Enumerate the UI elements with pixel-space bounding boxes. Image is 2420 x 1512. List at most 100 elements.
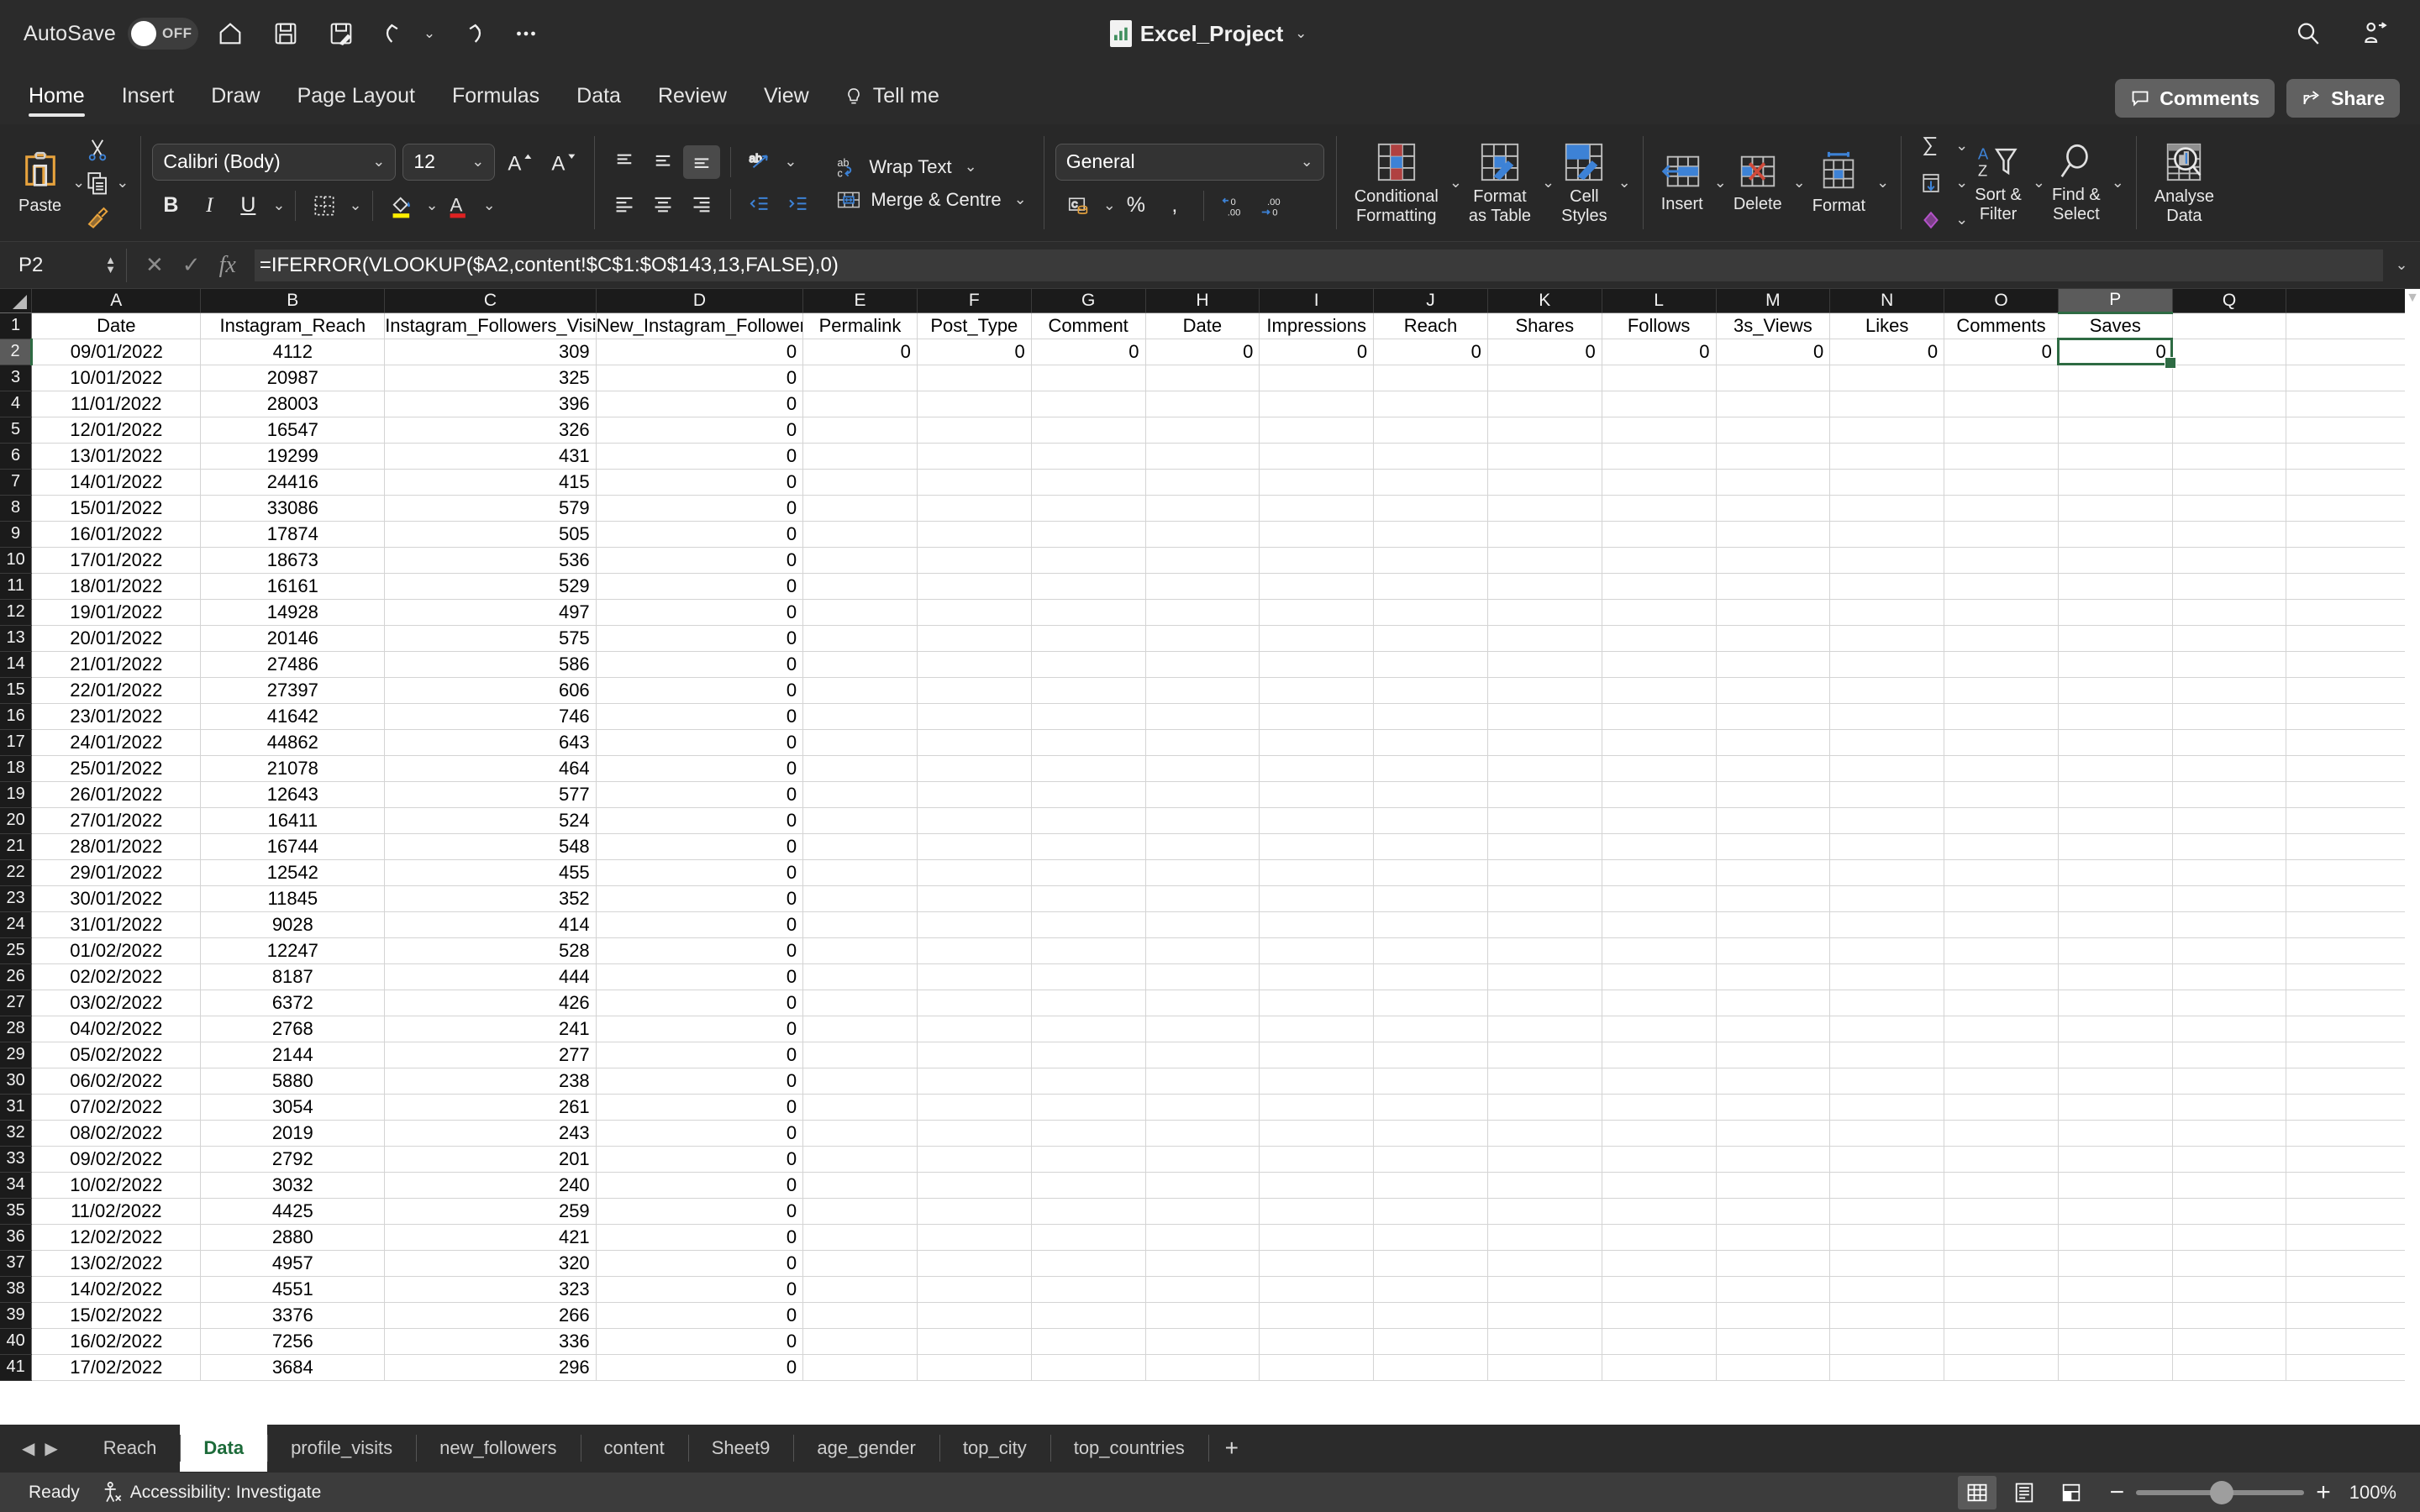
cell-overflow-30[interactable] <box>2286 1068 2420 1095</box>
cell-k1[interactable]: Shares <box>1487 312 1602 339</box>
cell-k19[interactable] <box>1487 781 1602 808</box>
row-header-12[interactable]: 12 <box>0 599 33 626</box>
cell-e36[interactable] <box>802 1224 918 1251</box>
spreadsheet-grid[interactable]: A B C D E F G H I J K L M N O P Q 1 Date… <box>0 289 2420 1425</box>
cell-j8[interactable] <box>1373 495 1488 522</box>
cell-o25[interactable] <box>1944 937 2059 964</box>
cell-g19[interactable] <box>1031 781 1146 808</box>
cell-p36[interactable] <box>2058 1224 2173 1251</box>
cell-e38[interactable] <box>802 1276 918 1303</box>
cell-n19[interactable] <box>1829 781 1945 808</box>
more-icon[interactable] <box>502 10 550 57</box>
cell-g37[interactable] <box>1031 1250 1146 1277</box>
cell-a19[interactable]: 26/01/2022 <box>31 781 202 808</box>
cell-c20[interactable]: 524 <box>384 807 597 834</box>
cell-overflow-33[interactable] <box>2286 1146 2420 1173</box>
cell-g21[interactable] <box>1031 833 1146 860</box>
cell-n13[interactable] <box>1829 625 1945 652</box>
cell-o36[interactable] <box>1944 1224 2059 1251</box>
cell-o29[interactable] <box>1944 1042 2059 1068</box>
cell-b29[interactable]: 2144 <box>200 1042 386 1068</box>
cell-n30[interactable] <box>1829 1068 1945 1095</box>
cell-m1[interactable]: 3s_Views <box>1716 312 1831 339</box>
cell-j18[interactable] <box>1373 755 1488 782</box>
cell-j21[interactable] <box>1373 833 1488 860</box>
cell-f9[interactable] <box>917 521 1032 548</box>
cell-overflow-25[interactable] <box>2286 937 2420 964</box>
cell-n5[interactable] <box>1829 417 1945 444</box>
font-size-select[interactable]: 12 ⌄ <box>402 143 496 181</box>
cell-b31[interactable]: 3054 <box>200 1094 386 1121</box>
cell-i32[interactable] <box>1259 1120 1375 1147</box>
cell-i29[interactable] <box>1259 1042 1375 1068</box>
cell-l18[interactable] <box>1602 755 1717 782</box>
cell-b19[interactable]: 12643 <box>200 781 386 808</box>
align-center-button[interactable] <box>644 187 681 221</box>
cell-q7[interactable] <box>2172 469 2287 496</box>
cell-e27[interactable] <box>802 990 918 1016</box>
cell-h24[interactable] <box>1145 911 1260 938</box>
conditional-formatting-chevron-down-icon[interactable]: ⌄ <box>1449 174 1462 192</box>
row-header-14[interactable]: 14 <box>0 651 33 678</box>
cell-p15[interactable] <box>2058 677 2173 704</box>
cell-n32[interactable] <box>1829 1120 1945 1147</box>
cell-h40[interactable] <box>1145 1328 1260 1355</box>
row-header-3[interactable]: 3 <box>0 365 33 391</box>
cell-c29[interactable]: 277 <box>384 1042 597 1068</box>
align-top-button[interactable] <box>606 145 643 179</box>
cell-j31[interactable] <box>1373 1094 1488 1121</box>
cell-b17[interactable]: 44862 <box>200 729 386 756</box>
wrap-text-chevron-down-icon[interactable]: ⌄ <box>965 158 977 176</box>
cell-f22[interactable] <box>917 859 1032 886</box>
cell-p34[interactable] <box>2058 1172 2173 1199</box>
cell-c39[interactable]: 266 <box>384 1302 597 1329</box>
cell-i33[interactable] <box>1259 1146 1375 1173</box>
cell-q22[interactable] <box>2172 859 2287 886</box>
formula-bar-expand-chevron-down-icon[interactable]: ⌄ <box>2383 256 2420 274</box>
cell-overflow-21[interactable] <box>2286 833 2420 860</box>
cell-a13[interactable]: 20/01/2022 <box>31 625 202 652</box>
cell-l34[interactable] <box>1602 1172 1717 1199</box>
row-header-31[interactable]: 31 <box>0 1094 33 1121</box>
column-header-n[interactable]: N <box>1829 289 1945 313</box>
cell-f25[interactable] <box>917 937 1032 964</box>
cell-l29[interactable] <box>1602 1042 1717 1068</box>
cell-l6[interactable] <box>1602 443 1717 470</box>
cell-j26[interactable] <box>1373 963 1488 990</box>
cell-n11[interactable] <box>1829 573 1945 600</box>
cell-k39[interactable] <box>1487 1302 1602 1329</box>
cell-d38[interactable]: 0 <box>596 1276 804 1303</box>
column-header-q[interactable]: Q <box>2172 289 2287 313</box>
cell-i11[interactable] <box>1259 573 1375 600</box>
cell-g3[interactable] <box>1031 365 1146 391</box>
cell-j34[interactable] <box>1373 1172 1488 1199</box>
cell-q39[interactable] <box>2172 1302 2287 1329</box>
tab-review[interactable]: Review <box>639 67 745 124</box>
column-header-d[interactable]: D <box>596 289 804 313</box>
cell-j10[interactable] <box>1373 547 1488 574</box>
cell-g15[interactable] <box>1031 677 1146 704</box>
cell-q5[interactable] <box>2172 417 2287 444</box>
cell-h9[interactable] <box>1145 521 1260 548</box>
cell-k9[interactable] <box>1487 521 1602 548</box>
cell-f18[interactable] <box>917 755 1032 782</box>
cell-i37[interactable] <box>1259 1250 1375 1277</box>
sort-filter-chevron-down-icon[interactable]: ⌄ <box>2033 174 2045 192</box>
sort-filter-button[interactable]: AZ Sort & Filter <box>1968 142 2028 223</box>
cell-b8[interactable]: 33086 <box>200 495 386 522</box>
cell-o33[interactable] <box>1944 1146 2059 1173</box>
cell-m16[interactable] <box>1716 703 1831 730</box>
cell-n18[interactable] <box>1829 755 1945 782</box>
cell-d37[interactable]: 0 <box>596 1250 804 1277</box>
cell-q15[interactable] <box>2172 677 2287 704</box>
cell-j39[interactable] <box>1373 1302 1488 1329</box>
cell-i28[interactable] <box>1259 1016 1375 1042</box>
column-header-m[interactable]: M <box>1716 289 1831 313</box>
cell-i18[interactable] <box>1259 755 1375 782</box>
cell-e15[interactable] <box>802 677 918 704</box>
cell-j23[interactable] <box>1373 885 1488 912</box>
column-header-p[interactable]: P <box>2058 289 2173 314</box>
cell-b1[interactable]: Instagram_Reach <box>200 312 386 339</box>
cell-e1[interactable]: Permalink <box>802 312 918 339</box>
cell-l1[interactable]: Follows <box>1602 312 1717 339</box>
